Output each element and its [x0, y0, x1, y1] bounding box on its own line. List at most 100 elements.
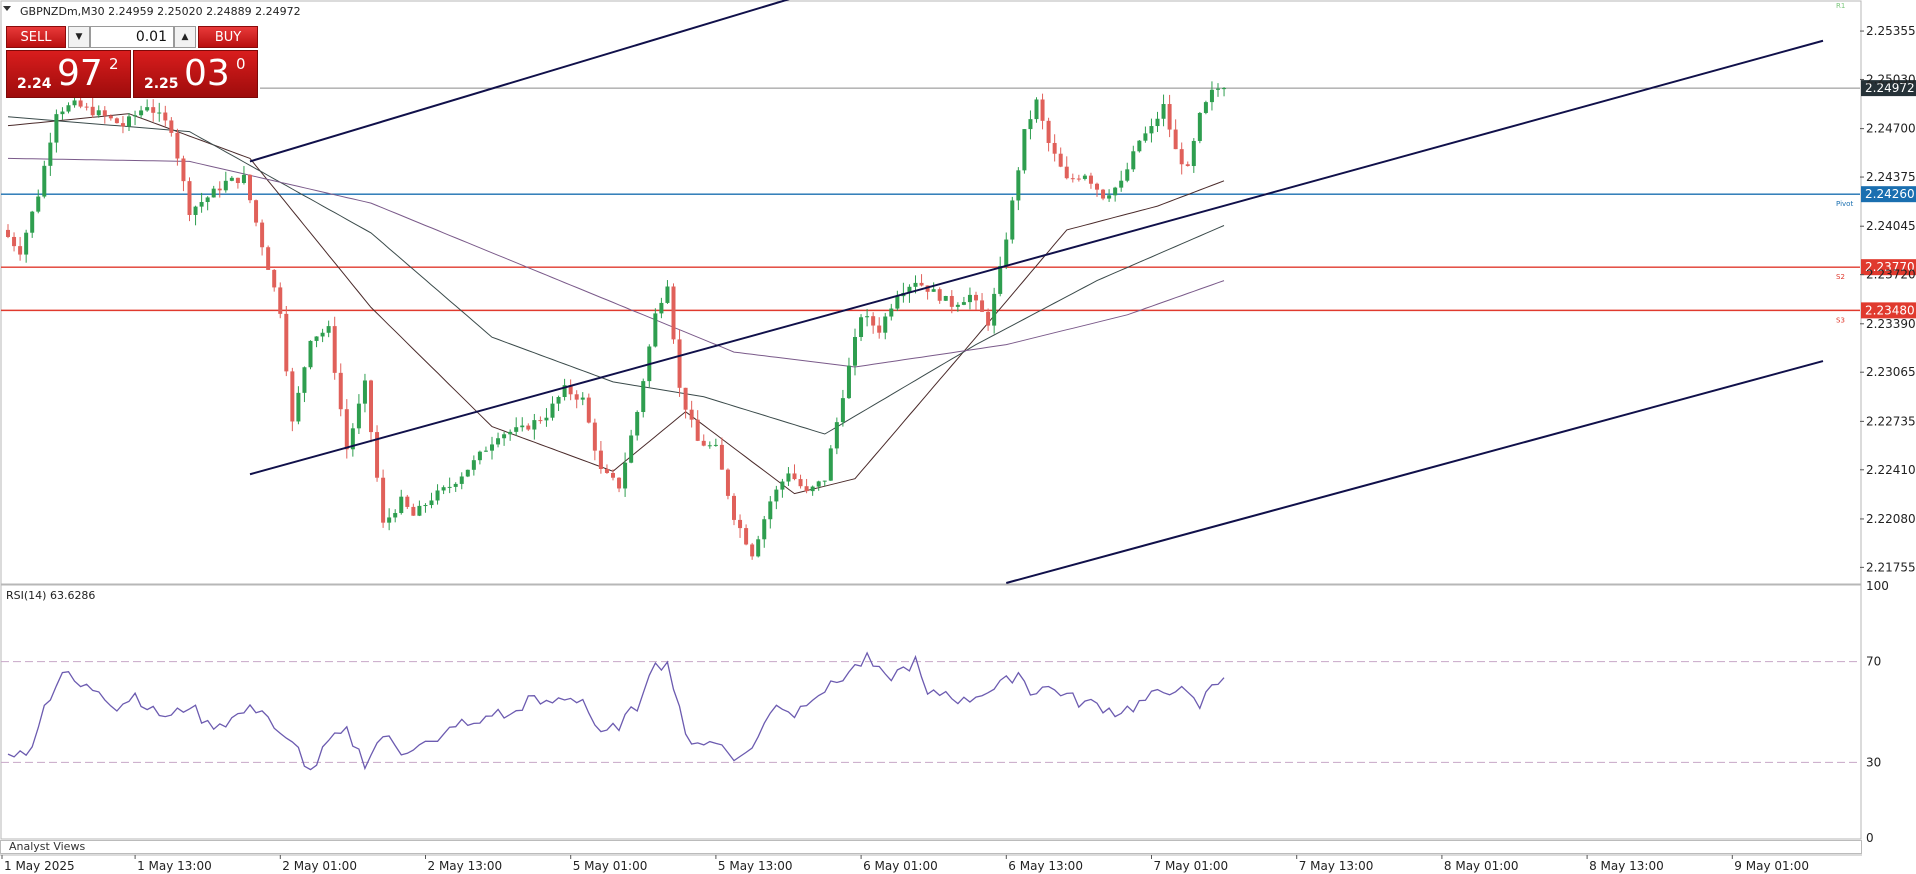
- candle-body: [393, 513, 398, 518]
- time-axis-label: 6 May 13:00: [1008, 859, 1083, 873]
- candle-body: [1022, 129, 1027, 171]
- candle-body: [611, 472, 615, 478]
- candle-body: [653, 313, 658, 347]
- sell-price-quote[interactable]: 2.24 97 2: [6, 50, 131, 98]
- candle-body: [114, 118, 119, 124]
- price-axis-label: 2.23720: [1866, 268, 1916, 282]
- candle-body: [278, 287, 283, 314]
- candle-body: [732, 495, 736, 520]
- candle-body: [768, 501, 773, 520]
- candle-body: [465, 469, 470, 477]
- lot-decrease-button[interactable]: ▼: [68, 26, 90, 48]
- candle-body: [877, 325, 882, 333]
- candle-body: [36, 196, 41, 212]
- candle-body: [381, 477, 386, 523]
- candle-body: [417, 505, 422, 516]
- channel-trendline[interactable]: [1005, 360, 1824, 584]
- candle-body: [1107, 195, 1112, 199]
- candle-body: [1088, 175, 1093, 184]
- lot-increase-button[interactable]: ▲: [174, 26, 196, 48]
- price-axis-label: 2.24045: [1866, 219, 1916, 233]
- rsi-axis-label: 100: [1866, 579, 1889, 593]
- candle-body: [550, 403, 555, 418]
- candle-body: [1185, 164, 1190, 167]
- candle-body: [604, 469, 609, 473]
- lot-size-input[interactable]: [90, 26, 174, 48]
- candle-body: [859, 317, 864, 337]
- price-axis-label: 2.22410: [1866, 463, 1916, 477]
- candle-body: [756, 539, 761, 557]
- candle-body: [617, 477, 622, 489]
- time-axis-label: 8 May 13:00: [1589, 859, 1664, 873]
- candle-body: [344, 409, 349, 450]
- candle-body: [955, 304, 960, 307]
- candle-body: [1222, 88, 1227, 90]
- candle-body: [102, 110, 107, 116]
- candle-body: [1113, 187, 1118, 196]
- candle-body: [822, 480, 827, 482]
- candle-body: [157, 112, 162, 114]
- candle-body: [1095, 183, 1099, 190]
- analyst-views-tab[interactable]: Analyst Views: [0, 840, 1862, 854]
- candle-body: [598, 450, 603, 470]
- candle-body: [435, 490, 440, 501]
- candle-body: [1191, 140, 1196, 167]
- time-axis-label: 2 May 01:00: [282, 859, 357, 873]
- rsi-plot-frame: [0, 584, 1862, 840]
- candle-body: [133, 115, 138, 117]
- candle-body: [816, 481, 821, 487]
- rsi-axis-label: 70: [1866, 655, 1881, 669]
- buy-price-pips: 03: [184, 53, 230, 94]
- candle-body: [411, 506, 416, 516]
- price-axis-label: 2.24375: [1866, 170, 1916, 184]
- candle-body: [665, 286, 670, 303]
- candle-body: [931, 289, 936, 292]
- candle-body: [1155, 118, 1160, 127]
- time-axis-label: 5 May 01:00: [573, 859, 648, 873]
- candle-body: [677, 339, 682, 388]
- candle-body: [60, 111, 65, 115]
- candle-body: [48, 142, 53, 166]
- chart-menu-arrow-icon[interactable]: [3, 6, 11, 11]
- buy-button[interactable]: BUY: [198, 26, 258, 48]
- candle-body: [296, 392, 301, 422]
- candle-body: [483, 450, 488, 452]
- candle-body: [798, 479, 803, 487]
- rsi-axis-label: 30: [1866, 755, 1881, 769]
- time-axis-label: 1 May 2025: [4, 859, 75, 873]
- candle-body: [695, 419, 700, 441]
- moving-average-line: [7, 116, 1225, 435]
- candle-body: [865, 316, 870, 318]
- candle-body: [1216, 88, 1220, 90]
- candle-body: [750, 544, 755, 557]
- candle-body: [260, 222, 265, 248]
- candle-body: [332, 326, 337, 373]
- candle-body: [713, 444, 718, 446]
- price-axis-label: 2.25030: [1866, 72, 1916, 86]
- r1-level-tag: R1: [1836, 2, 1845, 10]
- rsi-title: RSI(14) 63.6286: [6, 589, 95, 602]
- sell-price-fraction: 2: [109, 55, 119, 73]
- time-axis-label: 8 May 01:00: [1444, 859, 1519, 873]
- sell-price-prefix: 2.24: [17, 76, 52, 92]
- candle-body: [895, 296, 900, 309]
- candle-body: [127, 116, 131, 127]
- candle-body: [883, 316, 888, 333]
- chart-area[interactable]: 2.24260Pivot2.23770S22.23480S3R12.24972 …: [0, 0, 1916, 874]
- pivot-price-label: 2.24260: [1865, 187, 1915, 201]
- candle-body: [338, 372, 343, 410]
- buy-price-quote[interactable]: 2.25 03 0: [133, 50, 258, 98]
- candle-body: [272, 269, 277, 288]
- candle-body: [1197, 112, 1202, 141]
- candle-body: [405, 496, 410, 507]
- candle-body: [635, 412, 640, 436]
- channel-trendline[interactable]: [249, 0, 795, 163]
- candle-body: [205, 197, 210, 203]
- candle-body: [544, 417, 549, 421]
- symbol-header: GBPNZDm,M30 2.24959 2.25020 2.24889 2.24…: [20, 5, 301, 18]
- candle-body: [1034, 99, 1039, 120]
- candle-body: [1143, 133, 1148, 141]
- candle-body: [369, 380, 373, 433]
- candle-body: [314, 336, 319, 341]
- sell-button[interactable]: SELL: [6, 26, 66, 48]
